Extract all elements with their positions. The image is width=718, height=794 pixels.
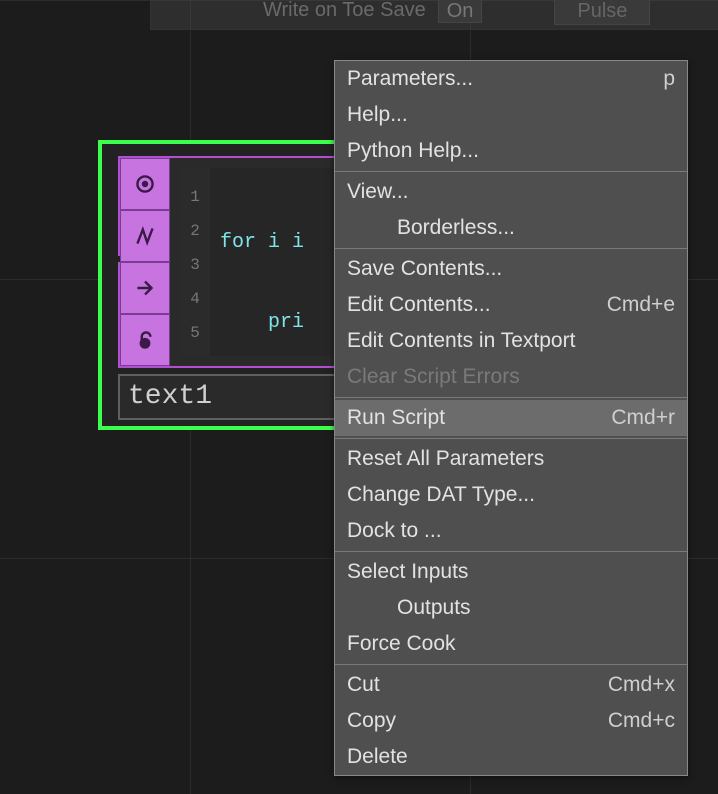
menu-item-label: Parameters...	[347, 67, 473, 91]
line-number: 5	[180, 316, 210, 350]
menu-separator	[335, 397, 687, 398]
parameter-row: Write on Toe Save On Pulse	[150, 0, 718, 30]
code-line: for i i	[220, 226, 316, 260]
menu-item[interactable]: Dock to ...	[335, 513, 687, 549]
node-flag-column	[120, 158, 170, 366]
menu-item[interactable]: Copy Cmd+c	[335, 703, 687, 739]
menu-item-shortcut: Cmd+c	[608, 709, 675, 733]
menu-item-label: Force Cook	[347, 632, 456, 656]
lock-flag[interactable]	[120, 314, 170, 366]
menu-item-label: Python Help...	[347, 139, 479, 163]
menu-separator	[335, 551, 687, 552]
menu-item[interactable]: Force Cook	[335, 626, 687, 662]
menu-item-label: Select Inputs	[347, 560, 468, 584]
menu-item-shortcut: Cmd+x	[608, 673, 675, 697]
menu-item-label: Change DAT Type...	[347, 483, 535, 507]
code-line	[220, 546, 316, 580]
menu-item-label: Copy	[347, 709, 396, 733]
bypass-flag[interactable]	[120, 210, 170, 262]
menu-item[interactable]: Reset All Parameters	[335, 441, 687, 477]
menu-item[interactable]: Help...	[335, 97, 687, 133]
pulse-button[interactable]: Pulse	[554, 0, 650, 25]
menu-item-label: Outputs	[397, 596, 471, 620]
menu-item-label: Help...	[347, 103, 408, 127]
line-gutter: 1 2 3 4 5	[180, 168, 210, 356]
menu-item-shortcut: Cmd+e	[607, 293, 675, 317]
menu-separator	[335, 664, 687, 665]
menu-item[interactable]: Select Inputs	[335, 554, 687, 590]
menu-item-shortcut: Cmd+r	[611, 406, 675, 430]
write-on-save-toggle[interactable]: On	[438, 0, 483, 23]
menu-item[interactable]: Run Script Cmd+r	[335, 400, 687, 436]
menu-item-label: Cut	[347, 673, 380, 697]
menu-item[interactable]: Change DAT Type...	[335, 477, 687, 513]
menu-item-label: Clear Script Errors	[347, 365, 520, 389]
viewer-active-flag[interactable]	[120, 158, 170, 210]
line-number: 2	[180, 214, 210, 248]
menu-item[interactable]: Parameters... p	[335, 61, 687, 97]
menu-item-label: Dock to ...	[347, 519, 442, 543]
menu-item[interactable]: Outputs	[335, 590, 687, 626]
code-line: pri	[220, 306, 316, 340]
menu-item[interactable]: Edit Contents in Textport	[335, 323, 687, 359]
menu-item[interactable]: View...	[335, 174, 687, 210]
context-menu: Parameters... p Help... Python Help... View.…	[334, 60, 688, 776]
menu-separator	[335, 438, 687, 439]
menu-item-label: Save Contents...	[347, 257, 502, 281]
code-line	[220, 466, 316, 500]
menu-separator	[335, 248, 687, 249]
menu-item-label: Run Script	[347, 406, 445, 430]
menu-item[interactable]: Save Contents...	[335, 251, 687, 287]
line-number: 4	[180, 282, 210, 316]
menu-item-shortcut: p	[663, 67, 675, 91]
menu-item-label: Edit Contents in Textport	[347, 329, 575, 353]
menu-item[interactable]: Edit Contents... Cmd+e	[335, 287, 687, 323]
menu-item-label: Delete	[347, 745, 408, 769]
menu-item-label: Borderless...	[397, 216, 515, 240]
menu-item[interactable]: Cut Cmd+x	[335, 667, 687, 703]
menu-item: Clear Script Errors	[335, 359, 687, 395]
parameter-label: Write on Toe Save	[263, 0, 426, 22]
menu-item-label: Edit Contents...	[347, 293, 491, 317]
menu-separator	[335, 171, 687, 172]
menu-item[interactable]: Delete	[335, 739, 687, 775]
menu-item[interactable]: Python Help...	[335, 133, 687, 169]
menu-item-label: Reset All Parameters	[347, 447, 544, 471]
menu-item[interactable]: Borderless...	[335, 210, 687, 246]
node-notch	[102, 256, 120, 262]
menu-item-label: View...	[347, 180, 408, 204]
code-content: for i i pri	[210, 168, 316, 356]
line-number: 3	[180, 248, 210, 282]
export-flag[interactable]	[120, 262, 170, 314]
line-number: 1	[180, 180, 210, 214]
